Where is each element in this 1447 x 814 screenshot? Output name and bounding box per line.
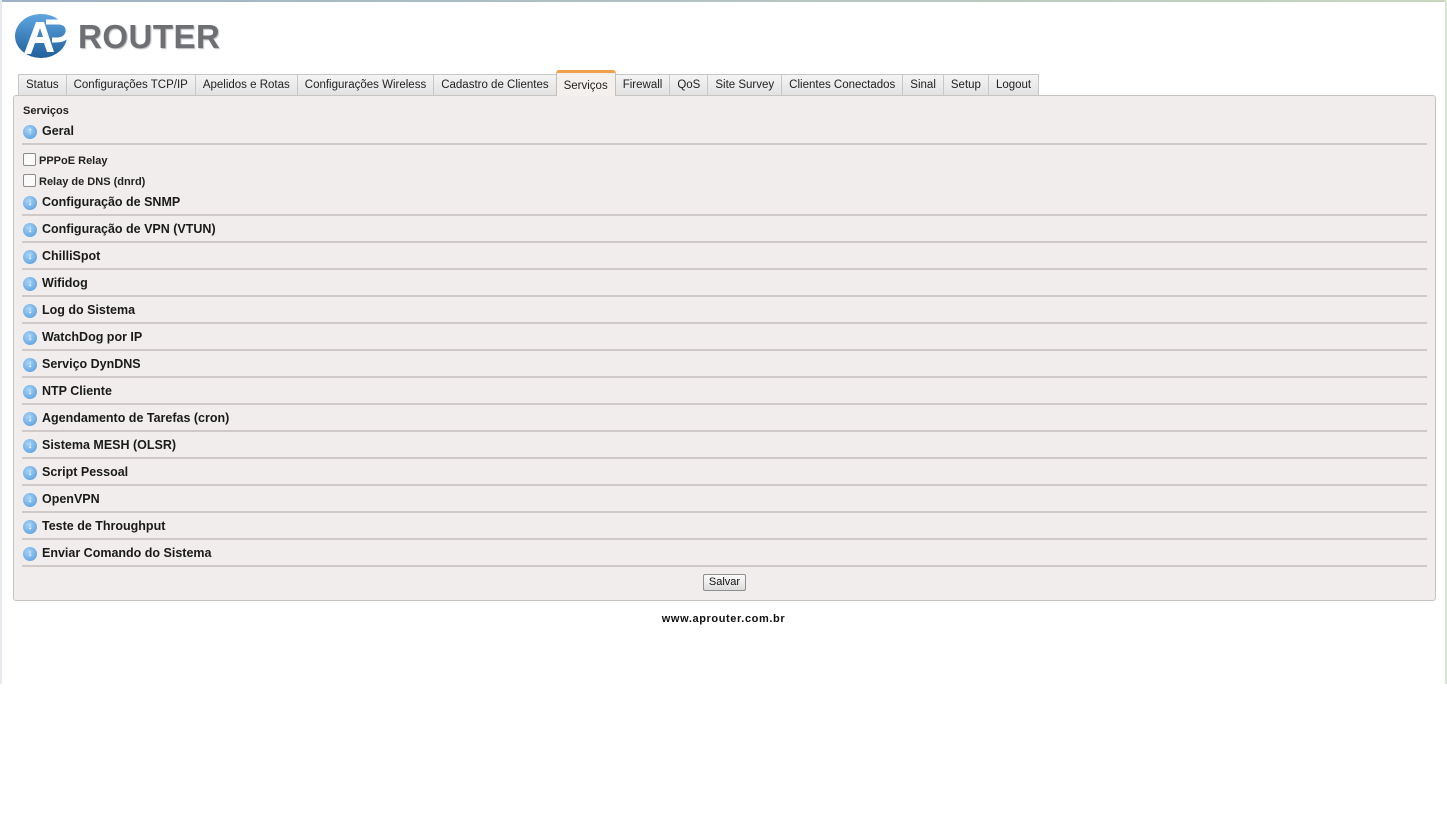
tab-aliases-routes[interactable]: Apelidos e Rotas	[194, 74, 298, 95]
save-button[interactable]: Salvar	[703, 574, 746, 591]
arrow-down-circle-icon[interactable]: ↓	[23, 385, 37, 399]
logo-emblem-icon	[15, 14, 71, 58]
section-label: NTP Cliente	[42, 384, 112, 398]
section-label: Enviar Comando do Sistema	[42, 546, 212, 560]
section-watchdog-ip[interactable]: ↓ WatchDog por IP	[22, 329, 1427, 351]
tab-status[interactable]: Status	[18, 74, 67, 95]
arrow-down-circle-icon[interactable]: ↓	[23, 493, 37, 507]
tab-connected-clients[interactable]: Clientes Conectados	[781, 74, 904, 95]
ap-router-logo: ROUTER	[14, 12, 220, 64]
section-label: Sistema MESH (OLSR)	[42, 438, 177, 452]
tab-tcpip[interactable]: Configurações TCP/IP	[65, 74, 196, 95]
section-label: Serviço DynDNS	[42, 357, 141, 371]
section-general[interactable]: ↑ Geral	[22, 123, 1427, 145]
arrow-down-circle-icon[interactable]: ↓	[23, 439, 37, 453]
section-ntp-client[interactable]: ↓ NTP Cliente	[22, 383, 1427, 405]
section-label: OpenVPN	[42, 492, 100, 506]
tab-qos[interactable]: QoS	[669, 74, 709, 95]
services-panel: Serviços ↑ Geral PPPoE Relay Relay de DN…	[13, 95, 1436, 601]
section-mesh-olsr[interactable]: ↓ Sistema MESH (OLSR)	[22, 437, 1427, 459]
arrow-up-circle-icon[interactable]: ↑	[23, 125, 37, 139]
footer-url[interactable]: www.aprouter.com.br	[0, 613, 1447, 625]
section-system-command[interactable]: ↓ Enviar Comando do Sistema	[22, 545, 1427, 567]
arrow-down-circle-icon[interactable]: ↓	[23, 520, 37, 534]
dns-relay-checkbox[interactable]	[23, 174, 36, 187]
panel-title: Serviços	[23, 105, 69, 117]
section-label: Teste de Throughput	[42, 519, 166, 533]
tab-firewall[interactable]: Firewall	[614, 74, 671, 95]
section-label: Wifidog	[42, 276, 88, 290]
arrow-down-circle-icon[interactable]: ↓	[23, 466, 37, 480]
logo-text: ROUTER	[78, 18, 221, 55]
section-label: ChilliSpot	[42, 249, 101, 263]
section-label: WatchDog por IP	[42, 330, 143, 344]
section-wifidog[interactable]: ↓ Wifidog	[22, 275, 1427, 297]
arrow-down-circle-icon[interactable]: ↓	[23, 250, 37, 264]
tab-client-registry[interactable]: Cadastro de Clientes	[433, 74, 557, 95]
tab-site-survey[interactable]: Site Survey	[707, 74, 783, 95]
window-left-border	[0, 0, 2, 684]
arrow-down-circle-icon[interactable]: ↓	[23, 547, 37, 561]
arrow-down-circle-icon[interactable]: ↓	[23, 304, 37, 318]
arrow-down-circle-icon[interactable]: ↓	[23, 412, 37, 426]
tab-wireless[interactable]: Configurações Wireless	[296, 74, 435, 95]
section-cron[interactable]: ↓ Agendamento de Tarefas (cron)	[22, 410, 1427, 432]
main-tab-bar: Status Configurações TCP/IP Apelidos e R…	[18, 70, 1040, 96]
section-label: Script Pessoal	[42, 465, 129, 479]
arrow-down-circle-icon[interactable]: ↓	[23, 358, 37, 372]
arrow-down-circle-icon[interactable]: ↓	[23, 331, 37, 345]
section-throughput-test[interactable]: ↓ Teste de Throughput	[22, 518, 1427, 540]
tab-services[interactable]: Serviços	[555, 70, 616, 96]
tab-signal[interactable]: Sinal	[902, 74, 944, 95]
section-system-log[interactable]: ↓ Log do Sistema	[22, 302, 1427, 324]
tab-logout[interactable]: Logout	[987, 74, 1040, 95]
section-dyndns[interactable]: ↓ Serviço DynDNS	[22, 356, 1427, 378]
section-snmp[interactable]: ↓ Configuração de SNMP	[22, 194, 1427, 216]
option-label: PPPoE Relay	[39, 155, 108, 167]
arrow-down-circle-icon[interactable]: ↓	[23, 223, 37, 237]
window-top-border	[0, 0, 1447, 2]
section-label: Geral	[42, 124, 74, 138]
section-label: Configuração de VPN (VTUN)	[42, 222, 216, 236]
arrow-down-circle-icon[interactable]: ↓	[23, 277, 37, 291]
section-openvpn[interactable]: ↓ OpenVPN	[22, 491, 1427, 513]
section-label: Configuração de SNMP	[42, 195, 181, 209]
section-vpn-vtun[interactable]: ↓ Configuração de VPN (VTUN)	[22, 221, 1427, 243]
section-label: Log do Sistema	[42, 303, 136, 317]
option-label: Relay de DNS (dnrd)	[39, 176, 146, 188]
section-label: Agendamento de Tarefas (cron)	[42, 411, 230, 425]
arrow-down-circle-icon[interactable]: ↓	[23, 196, 37, 210]
pppoe-relay-checkbox[interactable]	[23, 153, 36, 166]
section-chillispot[interactable]: ↓ ChilliSpot	[22, 248, 1427, 270]
tab-setup[interactable]: Setup	[942, 74, 989, 95]
section-personal-script[interactable]: ↓ Script Pessoal	[22, 464, 1427, 486]
